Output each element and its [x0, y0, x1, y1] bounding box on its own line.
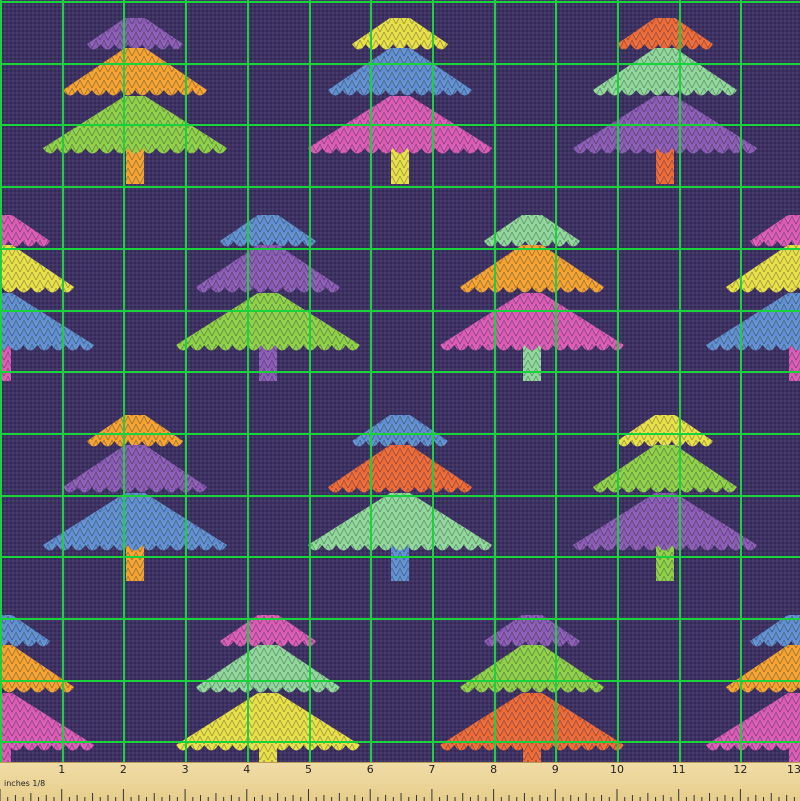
ruler-number: 11	[671, 763, 686, 776]
ruler-number: 9	[551, 763, 559, 776]
ruler-number: 5	[305, 763, 312, 776]
ruler-number: 1	[58, 763, 66, 776]
ruler-number: 13	[787, 763, 800, 776]
ruler-number: 2	[119, 763, 127, 776]
ruler-number: 8	[490, 763, 498, 776]
ruler-number: 6	[366, 763, 374, 776]
fabric-swatch	[0, 0, 800, 762]
ruler-number: 12	[733, 763, 748, 776]
inch-ruler: inches 1/8 1 2 3 4 5 6 7 8 9 10 11 12 13	[0, 762, 800, 801]
ruler-number: 3	[181, 763, 189, 776]
ruler-number: 4	[243, 763, 251, 776]
measurement-grid	[0, 0, 800, 762]
ruler-caption: inches 1/8	[4, 779, 46, 788]
ruler-number: 7	[428, 763, 436, 776]
ruler-number: 10	[610, 763, 624, 776]
